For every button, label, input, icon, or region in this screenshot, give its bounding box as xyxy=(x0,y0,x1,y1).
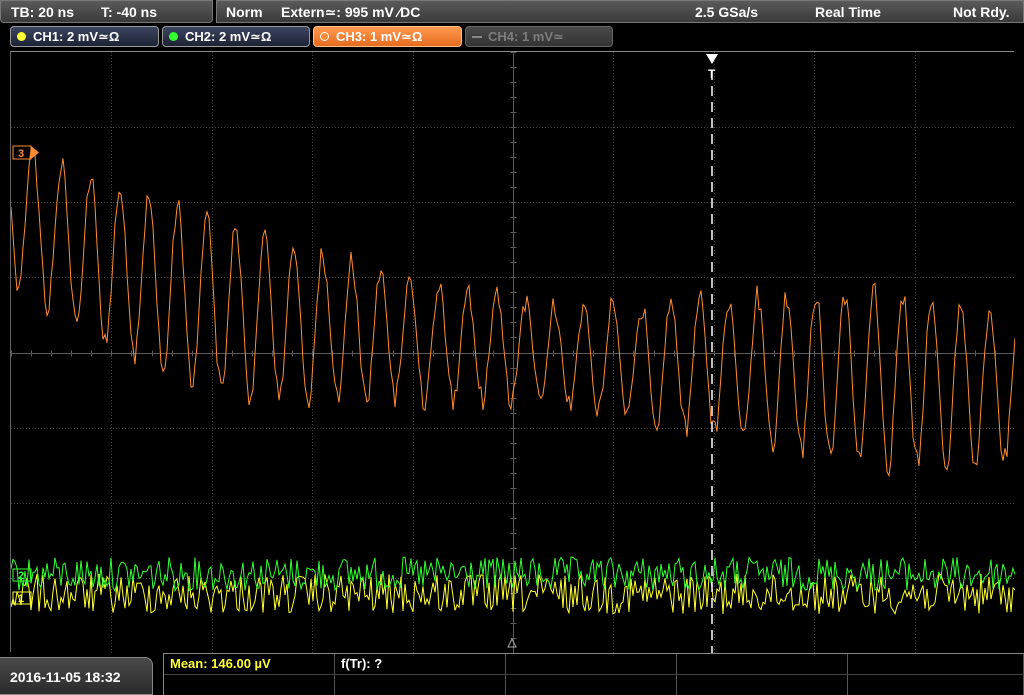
ch3-marker-label: 3 xyxy=(18,148,24,160)
acquisition-mode-label: Real Time xyxy=(815,4,881,20)
ch2-color-icon xyxy=(169,32,178,41)
trigger-level-icon xyxy=(507,637,517,648)
status-bar: TB: 20 ns T: -40 ns Norm Extern≃: 995 mV… xyxy=(0,0,1024,24)
ch4-disabled-icon xyxy=(472,36,482,38)
timebase-label: TB: 20 ns xyxy=(11,4,75,20)
measurement-slot-8[interactable] xyxy=(506,675,677,695)
trigger-marker-label: T xyxy=(708,67,716,81)
measurement-slot-6[interactable] xyxy=(164,675,335,695)
trigger-time-label: T: -40 ns xyxy=(101,4,158,20)
datetime-label: 2016-11-05 18:32 xyxy=(10,669,121,685)
measurement-slot-3[interactable] xyxy=(506,654,677,675)
trigger-acquisition-box[interactable]: Norm Extern≃: 995 mV ∕DC 2.5 GSa/s Real … xyxy=(216,0,1024,23)
ch1-label: CH1: 2 mV≃Ω xyxy=(33,29,120,44)
channel-tab-ch3[interactable]: CH3: 1 mV≃Ω xyxy=(313,26,462,47)
measurement-slot-5[interactable] xyxy=(848,654,1024,675)
ch1-color-icon xyxy=(17,32,26,41)
measurement-panel[interactable]: Mean: 146.00 µV f(Tr): ? xyxy=(163,653,1024,695)
trigger-arrow-icon xyxy=(706,54,718,64)
channel-bar: CH1: 2 mV≃Ω CH2: 2 mV≃Ω CH3: 1 mV≃Ω CH4:… xyxy=(0,26,1024,48)
measurement-slot-4[interactable] xyxy=(677,654,848,675)
measurement-rise-frequency[interactable]: f(Tr): ? xyxy=(335,654,506,675)
measurement-mean[interactable]: Mean: 146.00 µV xyxy=(164,654,335,675)
datetime-box: 2016-11-05 18:32 xyxy=(0,657,153,695)
ch1-marker-label: 1 xyxy=(18,593,24,605)
ch3-label: CH3: 1 mV≃Ω xyxy=(336,29,423,44)
trigger-source-label: Extern≃: 995 mV ∕DC xyxy=(281,4,421,20)
channel-tab-ch4[interactable]: CH4: 1 mV≃ xyxy=(465,26,613,47)
sample-rate-label: 2.5 GSa/s xyxy=(695,4,759,20)
trigger-mode-label: Norm xyxy=(226,4,263,20)
waveform-canvas[interactable]: T 3 2 1 xyxy=(11,52,1015,653)
ch4-label: CH4: 1 mV≃ xyxy=(488,29,564,44)
channel-tab-ch2[interactable]: CH2: 2 mV≃Ω xyxy=(162,26,310,47)
waveform-display[interactable]: T 3 2 1 xyxy=(10,51,1015,653)
timebase-box[interactable]: TB: 20 ns T: -40 ns xyxy=(0,0,213,23)
ch2-label: CH2: 2 mV≃Ω xyxy=(185,29,272,44)
measurement-slot-9[interactable] xyxy=(677,675,848,695)
channel-tab-ch1[interactable]: CH1: 2 mV≃Ω xyxy=(10,26,159,47)
ch2-marker-label: 2 xyxy=(18,570,24,582)
ch3-color-icon xyxy=(320,32,329,41)
bottom-bar: 2016-11-05 18:32 Mean: 146.00 µV f(Tr): … xyxy=(0,653,1024,695)
graticule-grid xyxy=(11,52,1015,653)
acquisition-state-label: Not Rdy. xyxy=(953,4,1010,20)
measurement-slot-7[interactable] xyxy=(335,675,506,695)
measurement-slot-10[interactable] xyxy=(848,675,1024,695)
